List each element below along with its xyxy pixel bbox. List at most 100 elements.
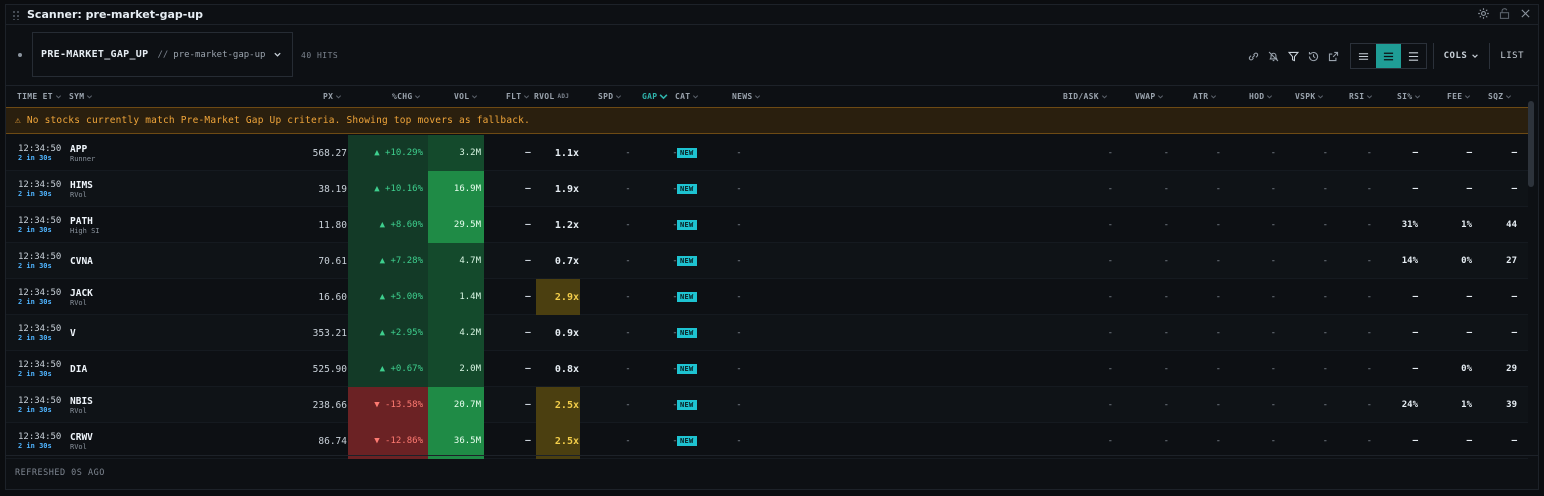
price-cell: 38.19 [318, 183, 347, 195]
drag-handle-icon[interactable] [12, 9, 20, 20]
list-label: LIST [1500, 51, 1524, 61]
list-view-button[interactable]: LIST [1489, 43, 1538, 69]
catalyst-cell: NEW [677, 207, 697, 243]
symbol-ticker[interactable]: V [70, 328, 76, 339]
col-header-rvol[interactable]: RVOL ADJ [534, 92, 569, 101]
preset-selector[interactable]: PRE-MARKET_GAP_UP // pre-market-gap-up [32, 32, 293, 77]
bell-off-icon[interactable] [1264, 50, 1284, 63]
table-row[interactable]: 12:34:50 2 in 30s JACK RVol 16.60 ▲ +5.00% 1.4… [6, 279, 1528, 315]
table-row[interactable]: 12:34:50 2 in 30s CVNA 70.61 ▲ +7.28% 4.7M — 0.… [6, 243, 1528, 279]
new-badge[interactable]: NEW [677, 400, 697, 410]
si-cell: — [1412, 292, 1418, 302]
float-cell: — [525, 220, 531, 230]
news-cell: - [736, 400, 742, 410]
filter-icon[interactable] [1284, 50, 1304, 63]
new-badge[interactable]: NEW [677, 148, 697, 158]
col-header-px[interactable]: PX [323, 92, 342, 101]
table-row[interactable]: 12:34:50 2 in 30s PATH High SI 11.80 ▲ +8.60%… [6, 207, 1528, 243]
symbol-cell[interactable]: PATH High SI [70, 207, 100, 243]
new-badge[interactable]: NEW [677, 364, 697, 374]
volume-cell: 29.5M [428, 207, 484, 243]
symbol-cell[interactable]: HIMS RVol [70, 171, 93, 207]
close-icon[interactable] [1519, 7, 1532, 23]
columns-button[interactable]: COLS [1432, 43, 1490, 69]
table-row[interactable]: 12:34:50 2 in 30s V 353.21 ▲ +2.95% 4.2M — 0.9x… [6, 315, 1528, 351]
rsi-cell: - [1366, 400, 1372, 410]
symbol-ticker[interactable]: APP [70, 144, 87, 155]
new-badge[interactable]: NEW [677, 220, 697, 230]
symbol-ticker[interactable]: NBIS [70, 396, 93, 407]
col-header-vwap[interactable]: VWAP [1135, 92, 1164, 101]
chevron-down-icon [1415, 95, 1421, 99]
symbol-cell[interactable]: V [70, 315, 76, 351]
density-normal-button[interactable] [1375, 44, 1401, 68]
col-header-hod[interactable]: HOD [1249, 92, 1273, 101]
history-icon[interactable] [1304, 50, 1324, 63]
vspk-cell: - [1322, 400, 1328, 410]
bidask-cell: - [1107, 400, 1113, 410]
volume-cell: 16.9M [428, 171, 484, 207]
table-row[interactable]: 12:34:50 2 in 30s NBIS RVol 238.66 ▼ -13.58% 2… [6, 387, 1528, 423]
symbol-cell[interactable]: NBIS RVol [70, 387, 93, 423]
col-header-chg[interactable]: %CHG [392, 92, 421, 101]
symbol-ticker[interactable]: PATH [70, 216, 93, 227]
col-header-time[interactable]: TIME ET [17, 92, 62, 101]
preset-separator: // [157, 49, 169, 60]
hod-cell: - [1270, 148, 1276, 158]
chevron-down-icon[interactable] [273, 50, 282, 59]
float-cell: — [525, 328, 531, 338]
change-cell: ▼ -12.86% [348, 423, 428, 459]
density-comfortable-button[interactable] [1401, 44, 1426, 68]
density-compact-button[interactable] [1351, 44, 1376, 68]
table-row[interactable]: 12:34:50 2 in 30s CRWV RVol 86.74 ▼ -12.86% 36… [6, 423, 1528, 459]
symbol-ticker[interactable]: CVNA [70, 256, 93, 267]
new-badge[interactable]: NEW [677, 328, 697, 338]
col-header-bidask[interactable]: BID/ASK [1063, 92, 1108, 101]
col-header-flt[interactable]: FLT [506, 92, 530, 101]
table-scrollbar[interactable] [1528, 87, 1534, 457]
symbol-cell[interactable]: DIA [70, 351, 87, 387]
col-header-vol[interactable]: VOL [454, 92, 478, 101]
col-header-rsi[interactable]: RSI [1349, 92, 1373, 101]
symbol-ticker[interactable]: HIMS [70, 180, 93, 191]
new-badge[interactable]: NEW [677, 256, 697, 266]
col-header-atr[interactable]: ATR [1193, 92, 1217, 101]
table-row[interactable]: 12:34:50 2 in 30s HIMS RVol 38.19 ▲ +10.16% 16… [6, 171, 1528, 207]
chevron-down-icon [616, 95, 622, 99]
scrollbar-thumb[interactable] [1528, 101, 1534, 187]
vwap-cell: - [1163, 256, 1169, 266]
symbol-cell[interactable]: CVNA [70, 243, 93, 279]
symbol-cell[interactable]: CRWV RVol [70, 423, 93, 459]
col-header-fee[interactable]: FEE [1447, 92, 1471, 101]
vwap-cell: - [1163, 328, 1169, 338]
symbol-ticker[interactable]: DIA [70, 364, 87, 375]
new-badge[interactable]: NEW [677, 436, 697, 446]
new-badge[interactable]: NEW [677, 184, 697, 194]
col-header-gap[interactable]: GAP [642, 92, 668, 101]
col-header-sqz[interactable]: SQZ [1488, 92, 1512, 101]
col-header-label: BID/ASK [1063, 92, 1099, 101]
hod-cell: - [1270, 292, 1276, 302]
table-row[interactable]: 12:34:50 2 in 30s DIA 525.90 ▲ +0.67% 2.0M — 0.… [6, 351, 1528, 387]
gear-icon[interactable] [1477, 7, 1490, 23]
symbol-ticker[interactable]: CRWV [70, 432, 93, 443]
unlock-icon[interactable] [1498, 7, 1511, 23]
col-header-vspk[interactable]: VSPK [1295, 92, 1324, 101]
vspk-cell: - [1322, 436, 1328, 446]
symbol-ticker[interactable]: JACK [70, 288, 93, 299]
table-row[interactable]: 12:34:50 2 in 30s APP Runner 568.27 ▲ +10.29%… [6, 135, 1528, 171]
price-cell: 525.90 [312, 363, 347, 375]
symbol-cell[interactable]: APP Runner [70, 135, 95, 171]
rsi-cell: - [1366, 184, 1372, 194]
new-badge[interactable]: NEW [677, 292, 697, 302]
col-header-si[interactable]: SI% [1397, 92, 1421, 101]
external-link-icon[interactable] [1324, 50, 1344, 63]
atr-cell: - [1215, 220, 1221, 230]
col-header-spd[interactable]: SPD [598, 92, 622, 101]
window-titlebar[interactable]: Scanner: pre-market-gap-up [6, 5, 1538, 25]
col-header-sym[interactable]: SYM [69, 92, 93, 101]
col-header-news[interactable]: NEWS [732, 92, 761, 101]
link-icon[interactable] [1244, 50, 1264, 63]
col-header-cat[interactable]: CAT [675, 92, 699, 101]
symbol-cell[interactable]: JACK RVol [70, 279, 93, 315]
